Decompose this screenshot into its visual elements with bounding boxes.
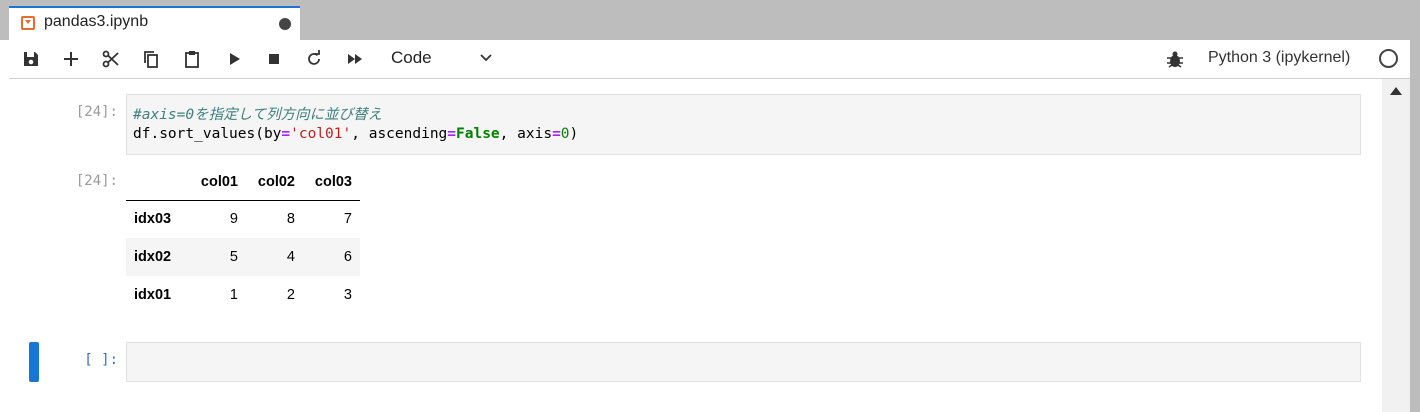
notebook-tab[interactable]: pandas3.ipynb bbox=[9, 6, 300, 40]
table-cell: 5 bbox=[229, 249, 238, 265]
kernel-name-button[interactable]: Python 3 (ipykernel) bbox=[1208, 49, 1350, 67]
column-header: col01 bbox=[189, 165, 246, 201]
code-operator: = bbox=[281, 126, 291, 142]
restart-icon bbox=[308, 50, 320, 65]
cell-type-dropdown[interactable]: Code bbox=[389, 47, 501, 71]
table-cell: 7 bbox=[343, 211, 352, 228]
code-comment: #axis=0を指定して列方向に並び替え bbox=[133, 107, 383, 123]
vertical-scrollbar[interactable] bbox=[1382, 79, 1410, 412]
code-line: df.sort_values(by='col01', ascending=Fal… bbox=[133, 126, 578, 142]
code-editor-empty[interactable] bbox=[126, 342, 1361, 382]
window-edge bbox=[1410, 40, 1420, 412]
code-text: , axis bbox=[499, 126, 553, 142]
code-operator: = bbox=[447, 126, 457, 142]
cell-type-value: Code bbox=[391, 48, 432, 67]
code-string: 'col01' bbox=[290, 126, 352, 142]
row-index: idx02 bbox=[134, 249, 172, 265]
unsaved-indicator-icon[interactable] bbox=[279, 18, 291, 30]
fast-forward-icon bbox=[348, 54, 362, 64]
paste-icon bbox=[185, 51, 199, 68]
paste-button[interactable] bbox=[179, 46, 205, 72]
code-number: 0 bbox=[560, 126, 570, 142]
interrupt-button[interactable] bbox=[261, 46, 287, 72]
code-text: ) bbox=[569, 126, 579, 142]
column-header: col02 bbox=[246, 165, 303, 201]
restart-run-all-button[interactable] bbox=[342, 46, 368, 72]
table-cell: 3 bbox=[343, 287, 352, 303]
tab-bar: pandas3.ipynb bbox=[0, 0, 1420, 40]
index-header bbox=[126, 165, 189, 201]
table-cell: 2 bbox=[286, 287, 295, 303]
table-cell: 4 bbox=[286, 249, 295, 265]
row-index: idx01 bbox=[134, 287, 172, 303]
table-row: idx03 9 8 7 bbox=[126, 200, 360, 238]
dataframe-output: col01 col02 col03 idx03 9 8 7 idx02 5 4 … bbox=[126, 165, 360, 314]
code-keyword: False bbox=[456, 126, 500, 142]
code-operator: = bbox=[552, 126, 561, 142]
scroll-up-icon[interactable] bbox=[1390, 87, 1402, 95]
save-icon bbox=[24, 52, 38, 66]
table-cell: 9 bbox=[229, 211, 238, 228]
table-row: idx02 5 4 6 bbox=[126, 238, 360, 276]
restart-button[interactable] bbox=[301, 46, 327, 72]
output-prompt: [24]: bbox=[75, 173, 118, 189]
stop-icon bbox=[269, 54, 279, 64]
code-text: , ascending bbox=[351, 126, 448, 142]
table-header-row: col01 col02 col03 bbox=[126, 165, 360, 201]
input-prompt: [ ]: bbox=[84, 352, 118, 368]
scissors-icon bbox=[102, 50, 119, 68]
run-icon bbox=[230, 53, 240, 65]
code-text: df.sort_values(by bbox=[133, 126, 282, 142]
insert-cell-button[interactable] bbox=[58, 46, 84, 72]
run-button[interactable] bbox=[221, 46, 247, 72]
code-editor[interactable]: #axis=0を指定して列方向に並び替え df.sort_values(by='… bbox=[126, 94, 1361, 155]
notebook-toolbar: Code Python 3 (ipykernel) bbox=[9, 40, 1410, 79]
table-cell: 6 bbox=[343, 249, 352, 265]
copy-icon bbox=[144, 51, 158, 68]
table-row: idx01 1 2 3 bbox=[126, 276, 360, 314]
row-index: idx03 bbox=[134, 211, 172, 228]
table-cell: 1 bbox=[229, 287, 238, 303]
notebook-icon bbox=[21, 16, 35, 30]
cut-button[interactable] bbox=[98, 46, 124, 72]
plus-icon bbox=[64, 52, 78, 66]
tab-title: pandas3.ipynb bbox=[44, 13, 149, 30]
chevron-down-icon bbox=[480, 54, 492, 62]
copy-button[interactable] bbox=[138, 46, 164, 72]
column-header: col03 bbox=[303, 165, 360, 201]
debugger-bug-icon[interactable] bbox=[1164, 48, 1186, 70]
input-prompt: [24]: bbox=[75, 104, 118, 120]
table-cell: 8 bbox=[286, 211, 295, 228]
save-button[interactable] bbox=[18, 46, 44, 72]
kernel-status-icon bbox=[1379, 49, 1398, 68]
